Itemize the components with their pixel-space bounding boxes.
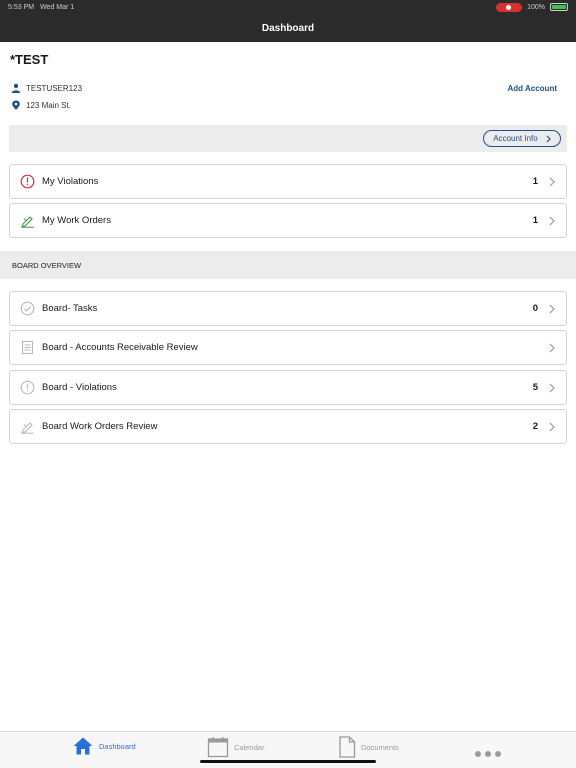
row-count: 1 bbox=[532, 215, 538, 226]
board-violations-row[interactable]: Board - Violations 5 bbox=[9, 370, 567, 405]
user-icon bbox=[11, 83, 21, 93]
tab-label: Dashboard bbox=[99, 741, 136, 751]
address-text: 123 Main St. bbox=[26, 100, 71, 110]
nav-bar: Dashboard bbox=[0, 14, 576, 42]
board-work-orders-row[interactable]: Board Work Orders Review 2 bbox=[9, 409, 567, 444]
chevron-right-icon bbox=[549, 343, 555, 352]
row-count: 0 bbox=[532, 303, 538, 314]
user-row: TESTUSER123 bbox=[11, 83, 82, 93]
account-info-bar: Account Info bbox=[9, 125, 567, 152]
location-pin-icon bbox=[12, 100, 20, 110]
calendar-icon bbox=[207, 737, 229, 758]
row-label: My Work Orders bbox=[42, 215, 111, 226]
account-info-label: Account Info bbox=[493, 134, 538, 143]
tab-label: Calendar bbox=[234, 742, 265, 752]
alert-circle-icon bbox=[20, 174, 35, 189]
row-label: Board - Violations bbox=[42, 382, 117, 393]
battery-icon bbox=[550, 3, 568, 11]
row-label: Board - Accounts Receivable Review bbox=[42, 342, 198, 353]
screen-recording-icon bbox=[496, 2, 523, 12]
add-account-button[interactable]: Add Account bbox=[508, 84, 557, 93]
tab-documents[interactable]: Documents bbox=[338, 736, 399, 758]
account-name: *TEST bbox=[10, 52, 49, 67]
battery-percent: 100% bbox=[527, 3, 545, 11]
row-label: Board- Tasks bbox=[42, 303, 98, 314]
row-count: 2 bbox=[532, 421, 538, 432]
row-label: My Violations bbox=[42, 176, 99, 187]
my-violations-row[interactable]: My Violations 1 bbox=[9, 164, 567, 199]
account-info-button[interactable]: Account Info bbox=[483, 130, 561, 147]
chevron-right-icon bbox=[549, 383, 555, 392]
tab-calendar[interactable]: Calendar bbox=[207, 736, 264, 758]
tab-more[interactable] bbox=[474, 750, 502, 758]
my-work-orders-row[interactable]: My Work Orders 1 bbox=[9, 203, 567, 238]
chevron-right-icon bbox=[549, 422, 555, 431]
board-accounts-receivable-row[interactable]: Board - Accounts Receivable Review bbox=[9, 330, 567, 365]
row-count: 1 bbox=[532, 176, 538, 187]
pencil-edit-icon bbox=[20, 419, 35, 434]
check-circle-icon bbox=[20, 301, 35, 316]
row-count: 5 bbox=[532, 382, 538, 393]
chevron-right-icon bbox=[549, 304, 555, 313]
tab-dashboard[interactable]: Dashboard bbox=[72, 736, 136, 756]
board-tasks-row[interactable]: Board- Tasks 0 bbox=[9, 291, 567, 326]
board-overview-header: BOARD OVERVIEW bbox=[0, 251, 576, 279]
page-title: Dashboard bbox=[261, 22, 315, 34]
chevron-right-icon bbox=[549, 216, 555, 225]
status-bar: 5:53 PM Wed Mar 1 100% bbox=[0, 0, 576, 14]
row-label: Board Work Orders Review bbox=[42, 421, 158, 432]
status-right: 100% bbox=[496, 2, 568, 12]
alert-circle-icon bbox=[20, 380, 35, 395]
ledger-icon bbox=[20, 340, 35, 355]
chevron-right-icon bbox=[546, 135, 551, 142]
tab-label: Documents bbox=[361, 742, 399, 752]
home-icon bbox=[73, 737, 93, 755]
more-icon bbox=[475, 751, 501, 757]
status-time: 5:53 PM bbox=[8, 3, 35, 11]
status-date: Wed Mar 1 bbox=[40, 3, 75, 11]
address-row: 123 Main St. bbox=[11, 100, 71, 110]
document-icon bbox=[339, 736, 356, 758]
pencil-edit-icon bbox=[20, 213, 35, 228]
home-indicator[interactable] bbox=[200, 760, 376, 763]
chevron-right-icon bbox=[549, 177, 555, 186]
user-id: TESTUSER123 bbox=[26, 83, 83, 93]
